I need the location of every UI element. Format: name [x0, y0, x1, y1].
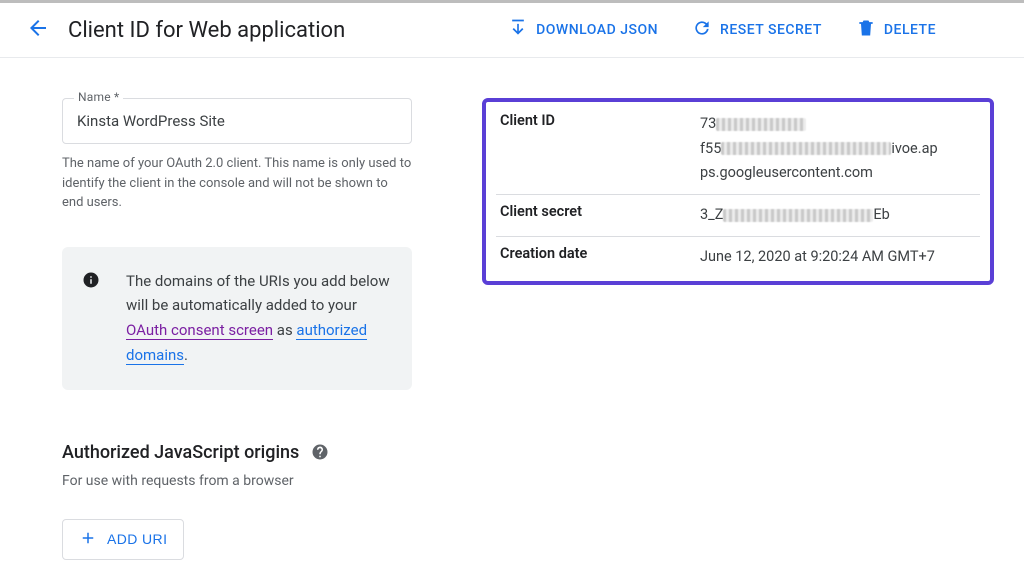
name-help-text: The name of your OAuth 2.0 client. This … — [62, 154, 412, 213]
download-json-label: DOWNLOAD JSON — [536, 22, 658, 38]
refresh-icon — [692, 18, 712, 42]
notice-text-pre: The domains of the URIs you add below wi… — [126, 272, 390, 315]
client-secret-label: Client secret — [500, 203, 700, 228]
notice-text: The domains of the URIs you add below wi… — [126, 269, 390, 368]
creation-date-row: Creation date June 12, 2020 at 9:20:24 A… — [496, 237, 980, 278]
oauth-consent-link[interactable]: OAuth consent screen — [126, 321, 273, 340]
name-field: Name * — [62, 98, 412, 144]
download-json-button[interactable]: DOWNLOAD JSON — [508, 18, 658, 42]
info-icon — [82, 271, 100, 289]
arrow-left-icon — [26, 16, 50, 44]
topbar: Client ID for Web application DOWNLOAD J… — [0, 0, 1024, 58]
redacted-block — [723, 209, 873, 222]
add-uri-button[interactable]: ADD URI — [62, 519, 184, 560]
content-body: Name * The name of your OAuth 2.0 client… — [0, 58, 1024, 560]
reset-secret-button[interactable]: RESET SECRET — [692, 18, 822, 42]
reset-secret-label: RESET SECRET — [720, 22, 822, 38]
client-secret-row: Client secret 3_Z Eb — [496, 195, 980, 237]
creation-date-label: Creation date — [500, 245, 700, 270]
page-title: Client ID for Web application — [68, 18, 345, 43]
client-secret-post: Eb — [873, 206, 889, 223]
notice-text-post: . — [184, 346, 188, 364]
oauth-domains-notice: The domains of the URIs you add below wi… — [62, 247, 412, 390]
name-input[interactable] — [62, 98, 412, 144]
js-origins-section: Authorized JavaScript origins For use wi… — [62, 442, 412, 489]
redacted-block — [716, 118, 806, 131]
client-id-row: Client ID 73 f55 ivoe.ap ps.googleusercon… — [496, 104, 980, 195]
js-origins-sub: For use with requests from a browser — [62, 473, 412, 489]
right-column: Client ID 73 f55 ivoe.ap ps.googleusercon… — [482, 98, 994, 560]
client-secret-pre: 3_Z — [700, 206, 723, 223]
plus-icon — [79, 529, 97, 550]
name-field-label: Name * — [74, 90, 123, 104]
redacted-block — [721, 142, 891, 155]
notice-text-mid: as — [273, 321, 296, 339]
client-id-value: 73 f55 ivoe.ap ps.googleusercontent.com — [700, 112, 976, 186]
credentials-panel: Client ID 73 f55 ivoe.ap ps.googleusercon… — [482, 98, 994, 285]
left-column: Name * The name of your OAuth 2.0 client… — [62, 98, 412, 560]
toolbar-actions: DOWNLOAD JSON RESET SECRET DELETE — [508, 18, 1006, 42]
client-id-l1-pre: 73 — [700, 115, 716, 132]
delete-label: DELETE — [884, 22, 936, 38]
client-id-l3: ps.googleusercontent.com — [700, 164, 873, 181]
add-uri-label: ADD URI — [107, 531, 167, 547]
client-id-l2-post: ivoe.ap — [891, 140, 937, 157]
delete-button[interactable]: DELETE — [856, 18, 936, 42]
back-button[interactable] — [18, 10, 58, 50]
download-icon — [508, 18, 528, 42]
help-icon[interactable] — [311, 443, 329, 461]
client-id-label: Client ID — [500, 112, 700, 186]
client-secret-value: 3_Z Eb — [700, 203, 976, 228]
creation-date-value: June 12, 2020 at 9:20:24 AM GMT+7 — [700, 245, 976, 270]
trash-icon — [856, 18, 876, 42]
client-id-l2-pre: f55 — [700, 140, 721, 157]
js-origins-title: Authorized JavaScript origins — [62, 442, 299, 463]
